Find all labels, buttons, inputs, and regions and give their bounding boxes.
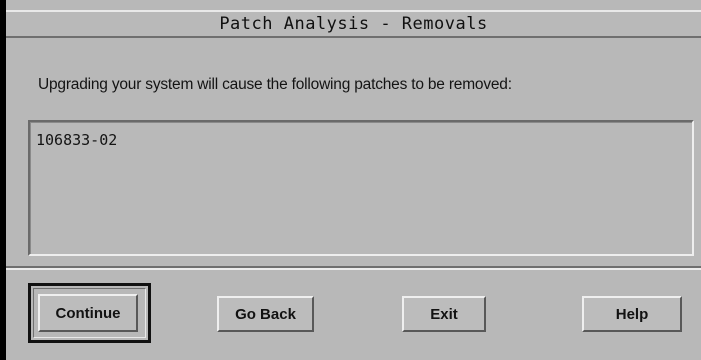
- button-separator: [6, 266, 701, 270]
- list-item[interactable]: 106833-02: [36, 131, 117, 149]
- patch-list[interactable]: 106833-02: [28, 120, 694, 256]
- continue-button[interactable]: Continue: [38, 294, 138, 332]
- go-back-button[interactable]: Go Back: [217, 296, 314, 332]
- dialog-window: Patch Analysis - Removals Upgrading your…: [6, 0, 701, 360]
- patch-list-inner: [30, 122, 692, 254]
- help-button[interactable]: Help: [582, 296, 682, 332]
- removal-message: Upgrading your system will cause the fol…: [38, 76, 512, 93]
- exit-button[interactable]: Exit: [402, 296, 486, 332]
- window-title: Patch Analysis - Removals: [6, 10, 701, 38]
- window-top-edge: [6, 0, 701, 10]
